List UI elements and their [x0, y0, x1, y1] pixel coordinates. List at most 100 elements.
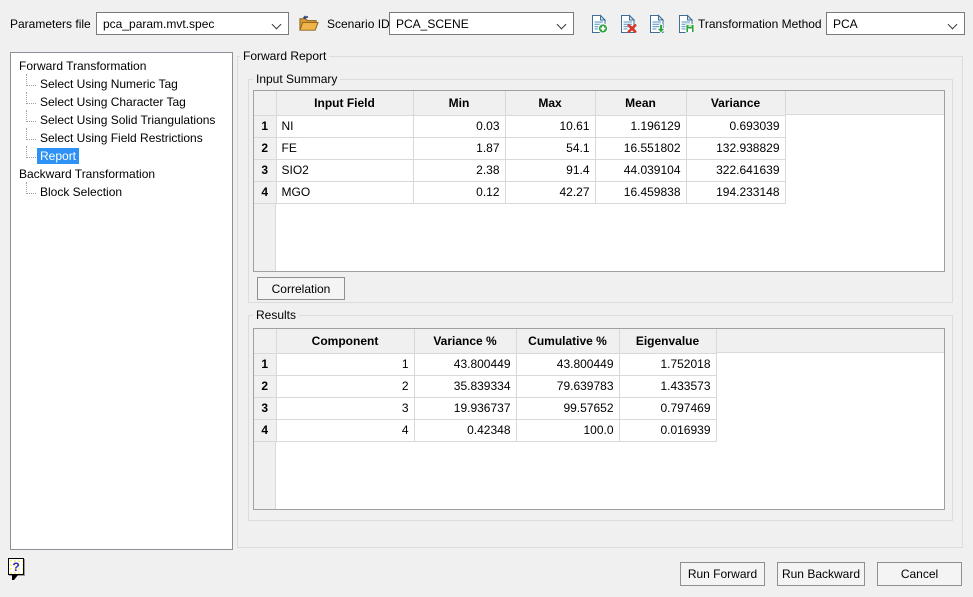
- tree-item-select-using-character-tag[interactable]: Select Using Character Tag: [11, 93, 232, 111]
- cell: 99.57652: [516, 397, 619, 419]
- cell: 194.233148: [686, 181, 785, 203]
- new-scenario-icon[interactable]: [588, 13, 610, 35]
- scenario-id-combobox[interactable]: PCA_SCENE: [389, 12, 574, 35]
- input-summary-title: Input Summary: [253, 72, 340, 87]
- results-group: Results ComponentVariance %Cumulative %E…: [248, 315, 953, 521]
- parameters-file-value: pca_param.mvt.spec: [103, 17, 214, 31]
- results-table[interactable]: ComponentVariance %Cumulative %Eigenvalu…: [253, 328, 945, 510]
- cell: 44.039104: [595, 159, 686, 181]
- forward-report-title: Forward Report: [240, 49, 329, 64]
- tree-item-label: Forward Transformation: [16, 58, 149, 74]
- corner-cell: [254, 329, 276, 353]
- load-scenario-icon[interactable]: [646, 13, 668, 35]
- table-row: 440.42348100.00.016939: [254, 419, 716, 441]
- parameters-file-label: Parameters file: [10, 17, 91, 32]
- help-button[interactable]: ?: [8, 558, 28, 582]
- tree-branch-line: [26, 110, 36, 122]
- cell: 54.1: [505, 137, 595, 159]
- chevron-down-icon: [557, 20, 567, 30]
- document-down-arrow-glyph: [647, 14, 667, 34]
- tree-item-forward-transformation[interactable]: Forward Transformation: [11, 57, 232, 75]
- cell: 1.196129: [595, 115, 686, 137]
- run-backward-button[interactable]: Run Backward: [777, 562, 865, 586]
- cell: 1: [276, 353, 414, 375]
- table-row: 3SIO22.3891.444.039104322.641639: [254, 159, 785, 181]
- cell: NI: [276, 115, 413, 137]
- column-header: Input Field: [276, 91, 413, 115]
- save-scenario-icon[interactable]: [675, 13, 697, 35]
- row-number: 3: [254, 159, 276, 181]
- tree-branch-line: [26, 182, 36, 194]
- open-folder-glyph: [298, 14, 319, 33]
- delete-scenario-icon[interactable]: [617, 13, 639, 35]
- results-title: Results: [253, 308, 299, 323]
- transformation-method-label: Transformation Method: [698, 17, 822, 32]
- pca-transformation-window: { "toolbar": { "parameters_file_label": …: [0, 0, 973, 597]
- tree-item-select-using-numeric-tag[interactable]: Select Using Numeric Tag: [11, 75, 232, 93]
- tree-item-label: Backward Transformation: [16, 166, 158, 182]
- chevron-down-icon: [272, 20, 282, 30]
- document-x-glyph: [618, 14, 638, 34]
- cell: FE: [276, 137, 413, 159]
- row-number: 2: [254, 137, 276, 159]
- corner-cell: [254, 91, 276, 115]
- table-row: 1143.80044943.8004491.752018: [254, 353, 716, 375]
- row-number: 2: [254, 375, 276, 397]
- tree-item-report[interactable]: Report: [11, 147, 232, 165]
- document-plus-glyph: [589, 14, 609, 34]
- cell: 43.800449: [516, 353, 619, 375]
- cell: 2.38: [413, 159, 505, 181]
- help-balloon-tail: [12, 575, 18, 580]
- tree-branch-line: [26, 92, 36, 104]
- cell: 16.459838: [595, 181, 686, 203]
- transformation-method-value: PCA: [833, 17, 858, 31]
- cell: 4: [276, 419, 414, 441]
- column-header: Max: [505, 91, 595, 115]
- transformation-method-combobox[interactable]: PCA: [826, 12, 965, 35]
- scenario-id-label: Scenario ID: [327, 17, 390, 32]
- open-folder-icon[interactable]: [297, 12, 319, 34]
- row-number: 4: [254, 419, 276, 441]
- cell: 43.800449: [414, 353, 516, 375]
- row-number: 3: [254, 397, 276, 419]
- tree-branch-line: [26, 74, 36, 86]
- chevron-down-icon: [948, 20, 958, 30]
- cancel-button[interactable]: Cancel: [877, 562, 962, 586]
- cell: 1.752018: [619, 353, 716, 375]
- forward-report-group: Forward Report Input Summary Input Field…: [237, 56, 963, 548]
- input-summary-table[interactable]: Input FieldMinMaxMeanVariance1NI0.0310.6…: [253, 90, 945, 272]
- cell: 19.936737: [414, 397, 516, 419]
- cell: 79.639783: [516, 375, 619, 397]
- run-forward-button[interactable]: Run Forward: [680, 562, 765, 586]
- tree-item-label: Select Using Field Restrictions: [37, 130, 206, 146]
- column-header: Variance: [686, 91, 785, 115]
- tree-item-label: Select Using Character Tag: [37, 94, 189, 110]
- tree-item-block-selection[interactable]: Block Selection: [11, 183, 232, 201]
- cell: 0.42348: [414, 419, 516, 441]
- cell: 35.839334: [414, 375, 516, 397]
- row-number: 1: [254, 353, 276, 375]
- column-header: Mean: [595, 91, 686, 115]
- row-number: 4: [254, 181, 276, 203]
- cell: 16.551802: [595, 137, 686, 159]
- navigation-tree[interactable]: Forward TransformationSelect Using Numer…: [10, 52, 233, 550]
- cell: 0.03: [413, 115, 505, 137]
- cell: 2: [276, 375, 414, 397]
- table-row: 2FE1.8754.116.551802132.938829: [254, 137, 785, 159]
- cell: SIO2: [276, 159, 413, 181]
- column-header: Component: [276, 329, 414, 353]
- correlation-button[interactable]: Correlation: [257, 277, 345, 300]
- column-header: Cumulative %: [516, 329, 619, 353]
- column-header: Min: [413, 91, 505, 115]
- table-row: 2235.83933479.6397831.433573: [254, 375, 716, 397]
- tree-item-select-using-solid-triangulations[interactable]: Select Using Solid Triangulations: [11, 111, 232, 129]
- tree-item-backward-transformation[interactable]: Backward Transformation: [11, 165, 232, 183]
- tree-item-label: Report: [37, 148, 79, 164]
- table-row: 3319.93673799.576520.797469: [254, 397, 716, 419]
- parameters-file-combobox[interactable]: pca_param.mvt.spec: [96, 12, 289, 35]
- tree-item-label: Block Selection: [37, 184, 125, 200]
- tree-branch-line: [26, 128, 36, 140]
- cell: 42.27: [505, 181, 595, 203]
- table-row: 1NI0.0310.611.1961290.693039: [254, 115, 785, 137]
- tree-item-select-using-field-restrictions[interactable]: Select Using Field Restrictions: [11, 129, 232, 147]
